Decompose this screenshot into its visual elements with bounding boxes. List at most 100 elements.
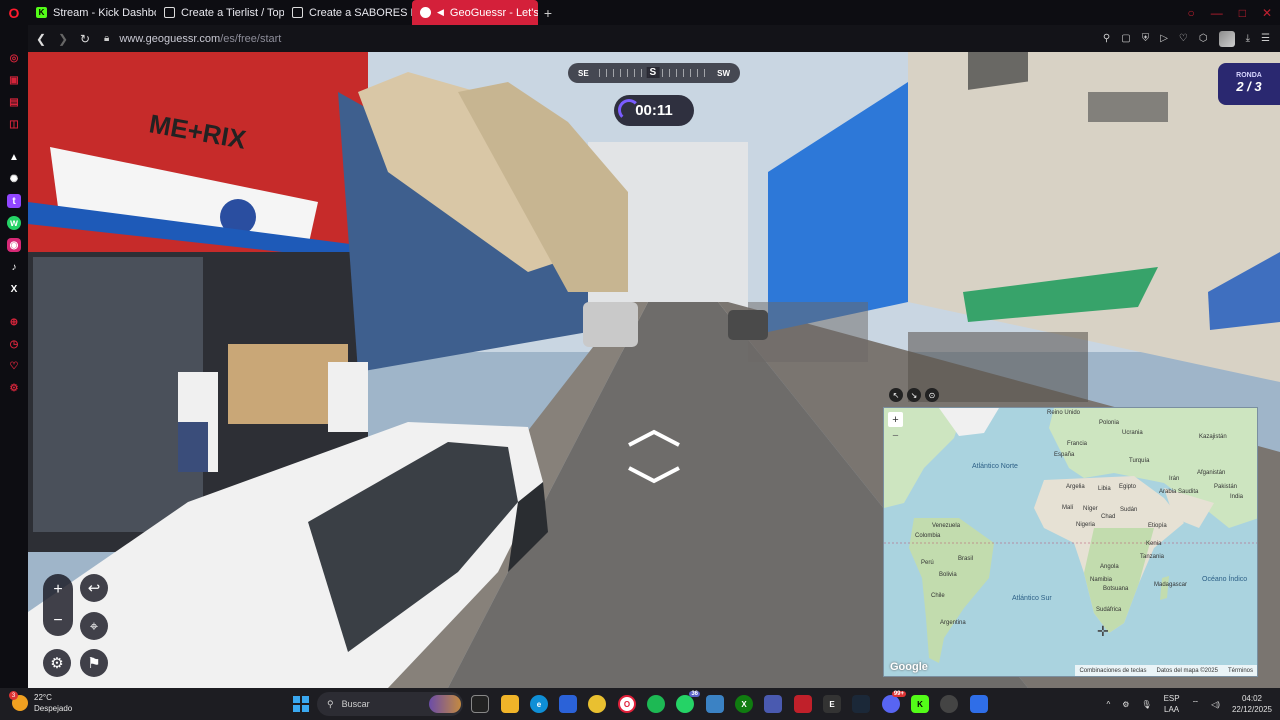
snapshot-icon[interactable]: ▢ xyxy=(1121,33,1130,44)
move-forward-arrow-icon[interactable] xyxy=(626,427,682,449)
map-pin-toggle-icon[interactable]: ⊙ xyxy=(925,388,939,402)
tab-geoguessr[interactable]: ◀ GeoGuessr - Let's exp... xyxy=(412,0,538,25)
url-field[interactable]: www.geoguessr.com/es/free/start xyxy=(119,33,281,45)
network-activity-icon[interactable]: ⚙ xyxy=(1122,700,1129,709)
edge-icon[interactable]: e xyxy=(530,695,548,713)
wifi-icon[interactable]: ⌔ xyxy=(1192,699,1200,709)
reload-icon[interactable]: ↻ xyxy=(76,32,94,46)
country-label: Pakistán xyxy=(1214,484,1238,490)
weather-widget[interactable]: 3 22°C Despejado xyxy=(9,691,72,714)
app-icon[interactable] xyxy=(970,695,988,713)
game-app-icon[interactable] xyxy=(794,695,812,713)
forward-icon[interactable]: ❯ xyxy=(54,32,72,46)
clock[interactable]: 04:02 22/12/2025 xyxy=(1232,693,1272,715)
opera-sidebar: ◎ ▣ ▤ ◫ ▲ ✺ t w ◉ ♪ X ⊕ ◷ ♡ ⚙ xyxy=(0,25,28,688)
tab-tierlist[interactable]: Create a Tierlist / Top de... xyxy=(156,0,284,25)
heart-icon[interactable]: ♡ xyxy=(1179,33,1188,44)
volume-icon[interactable]: ◁) xyxy=(1211,700,1220,709)
compass-right-label: SW xyxy=(717,68,730,78)
opera-icon[interactable]: O xyxy=(618,695,636,713)
country-label: Tanzania xyxy=(1140,554,1165,560)
map-zoom-out-button[interactable]: − xyxy=(888,428,903,443)
return-to-start-button[interactable]: ⌖ xyxy=(80,612,108,640)
pin-icon[interactable]: ⚲ xyxy=(1103,33,1110,44)
settings-button[interactable]: ⚙ xyxy=(43,649,71,677)
x-icon[interactable]: X xyxy=(7,282,21,296)
street-view-panorama[interactable]: ME+RIX SE S SW 00:11 RONDA 2 / 3 + − ↩ ⌖… xyxy=(28,52,1280,688)
add-icon[interactable]: ⊕ xyxy=(7,315,21,329)
country-label: Reino Unido xyxy=(1047,410,1081,416)
tab-kick-dashboard[interactable]: K Stream - Kick Dashboard xyxy=(28,0,156,25)
move-backward-arrow-icon[interactable] xyxy=(626,464,682,486)
tab-title: GeoGuessr - Let's exp... xyxy=(449,6,538,19)
new-tab-button[interactable]: + xyxy=(538,5,558,21)
whatsapp-icon[interactable]: w xyxy=(7,216,21,230)
sun-icon: 3 xyxy=(9,691,28,711)
minimize-button[interactable]: — xyxy=(1211,6,1223,20)
lock-icon[interactable]: 🔒︎ xyxy=(104,33,109,44)
language-indicator[interactable]: ESP LAA xyxy=(1164,693,1180,715)
messenger-icon[interactable]: ◫ xyxy=(7,117,21,131)
page-icon xyxy=(292,7,303,18)
steam-icon[interactable] xyxy=(852,695,870,713)
obs-icon[interactable] xyxy=(940,695,958,713)
download-icon[interactable]: ⤓ xyxy=(1246,33,1250,44)
world-map-image[interactable] xyxy=(884,408,1258,677)
keyboard-shortcuts-link[interactable]: Combinaciones de teclas xyxy=(1079,668,1146,674)
settings-icon[interactable]: ✺ xyxy=(7,172,21,186)
zoom-out-button[interactable]: − xyxy=(43,605,73,636)
map-shrink-icon[interactable]: ↘ xyxy=(907,388,921,402)
search-tabs-icon[interactable]: ○ xyxy=(1187,6,1194,20)
taskbar-search[interactable]: ⚲ Buscar xyxy=(317,692,463,716)
close-window-button[interactable]: ✕ xyxy=(1262,6,1272,20)
remote-desktop-icon[interactable] xyxy=(764,695,782,713)
tiktok-icon[interactable]: ♪ xyxy=(7,260,21,274)
twitch-icon[interactable]: t xyxy=(7,194,21,208)
bookmarks-icon[interactable]: ♡ xyxy=(7,359,21,373)
play-icon[interactable]: ▷ xyxy=(1160,33,1168,44)
opera-logo-icon[interactable]: O xyxy=(0,0,28,25)
microphone-icon[interactable]: 🎙︎ xyxy=(1141,700,1151,709)
kick-taskbar-icon[interactable]: K xyxy=(911,695,929,713)
xbox-icon[interactable]: X xyxy=(735,695,753,713)
chatgpt-icon[interactable]: ▲ xyxy=(7,150,21,164)
compass-left-label: SE xyxy=(578,68,589,78)
task-view-icon[interactable] xyxy=(471,695,489,713)
chevron-up-icon[interactable]: ^ xyxy=(1106,700,1110,709)
country-label: Chad xyxy=(1101,514,1116,520)
map-zoom-in-button[interactable]: + xyxy=(888,412,903,427)
country-label: Kazajistán xyxy=(1199,434,1227,440)
speaker-icon[interactable]: ◀ xyxy=(437,7,444,18)
start-button[interactable] xyxy=(293,696,309,712)
photos-icon[interactable] xyxy=(706,695,724,713)
spotify-icon[interactable] xyxy=(647,695,665,713)
map-expand-icon[interactable]: ↖ xyxy=(889,388,903,402)
terms-link[interactable]: Términos xyxy=(1228,668,1253,674)
shield-icon[interactable]: ⛨ xyxy=(1142,33,1150,44)
tab-sabores[interactable]: Create a SABORES DE HE... xyxy=(284,0,412,25)
store-icon[interactable] xyxy=(559,695,577,713)
zoom-in-button[interactable]: + xyxy=(43,574,73,605)
flag-button[interactable]: ⚑ xyxy=(80,649,108,677)
instagram-icon[interactable]: ◉ xyxy=(7,238,21,252)
url-path: /es/free/start xyxy=(220,32,282,45)
player-icon[interactable]: ▤ xyxy=(7,95,21,109)
epic-games-icon[interactable]: E xyxy=(823,695,841,713)
undo-move-button[interactable]: ↩ xyxy=(80,574,108,602)
chrome-icon[interactable] xyxy=(588,695,606,713)
discord-icon[interactable]: 99+ xyxy=(882,691,906,713)
window-controls: ○ — □ ✕ xyxy=(1187,0,1272,25)
back-icon[interactable]: ❮ xyxy=(32,32,50,46)
whatsapp-taskbar-icon[interactable]: 36 xyxy=(676,691,700,713)
maximize-button[interactable]: □ xyxy=(1239,6,1246,20)
file-explorer-icon[interactable] xyxy=(501,695,519,713)
bag-icon[interactable]: ▣ xyxy=(7,73,21,87)
guess-map[interactable]: Atlántico Norte Atlántico Sur Océano Índ… xyxy=(883,407,1258,677)
menu-icon[interactable]: ☰ xyxy=(1261,33,1270,44)
sidebar-settings-icon[interactable]: ⚙ xyxy=(7,381,21,395)
profile-avatar[interactable] xyxy=(1218,30,1235,47)
aria-icon[interactable]: ◎ xyxy=(7,51,21,65)
extensions-icon[interactable]: ⬡ xyxy=(1199,33,1208,44)
history-icon[interactable]: ◷ xyxy=(7,337,21,351)
address-bar: ❮ ❯ ↻ 🔒︎ www.geoguessr.com/es/free/start… xyxy=(28,25,1280,52)
